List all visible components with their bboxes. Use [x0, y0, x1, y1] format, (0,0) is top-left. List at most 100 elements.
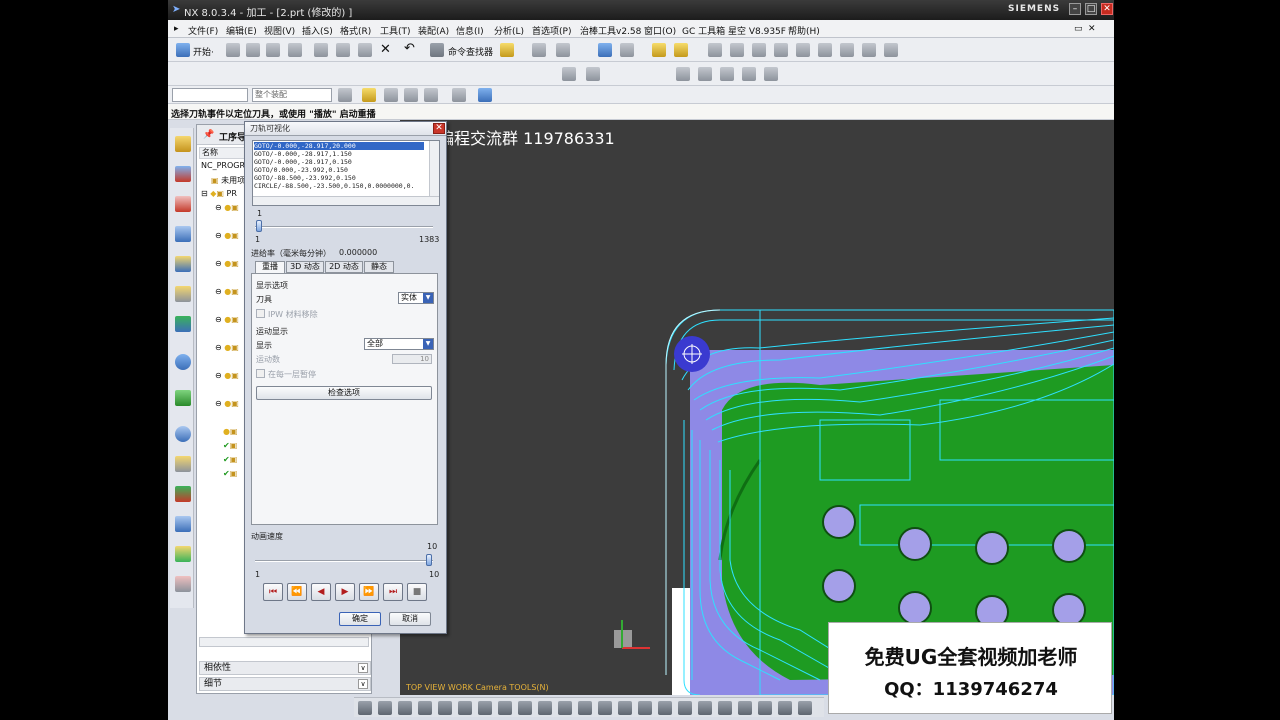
new-file-icon[interactable]: [226, 43, 240, 57]
delete-icon[interactable]: ✕: [380, 42, 391, 57]
ok-button[interactable]: 确定: [339, 612, 381, 626]
view-h-icon[interactable]: [498, 701, 512, 715]
dialog-close-button[interactable]: ✕: [433, 123, 445, 134]
menu-format[interactable]: 格式(R): [340, 24, 371, 37]
menu-restore-icon[interactable]: ▭: [1074, 24, 1083, 34]
copy-icon[interactable]: [336, 43, 350, 57]
sel-c-icon[interactable]: [384, 88, 398, 102]
minimize-button[interactable]: –: [1069, 3, 1081, 15]
position-slider-track[interactable]: [255, 226, 433, 228]
command-list-hscroll[interactable]: [253, 196, 439, 205]
tree-program-node[interactable]: ⊟ ◆▣ PR: [201, 189, 237, 198]
menu-edit[interactable]: 编辑(E): [226, 24, 257, 37]
tree-op-9[interactable]: ●▣: [223, 427, 238, 436]
menu-preferences[interactable]: 首选项(P): [532, 24, 571, 37]
tree-op-1[interactable]: ⊖ ●▣: [215, 203, 239, 212]
type-filter-combo[interactable]: [172, 88, 248, 102]
select-icon[interactable]: [532, 43, 546, 57]
tool-i-icon[interactable]: [884, 43, 898, 57]
speed-slider-thumb[interactable]: [426, 554, 432, 566]
paste-icon[interactable]: [358, 43, 372, 57]
tree-op-10[interactable]: ✔▣: [223, 441, 237, 450]
system-materials-icon[interactable]: [175, 390, 191, 406]
mfg-g-icon[interactable]: [764, 67, 778, 81]
filter-icon[interactable]: [556, 43, 570, 57]
tree-op-4[interactable]: ⊖ ●▣: [215, 287, 239, 296]
menu-gc-toolbox[interactable]: GC 工具箱: [682, 24, 725, 37]
snap-icon[interactable]: [500, 43, 514, 57]
menu-help[interactable]: 帮助(H): [788, 24, 820, 37]
sel-b-icon[interactable]: [362, 88, 376, 102]
tree-op-12[interactable]: ✔▣: [223, 469, 237, 478]
tool-b-icon[interactable]: [730, 43, 744, 57]
layer-icon[interactable]: [598, 43, 612, 57]
undo-icon[interactable]: ↶: [404, 41, 415, 56]
tree-unused-items[interactable]: ▣ 未用项: [211, 175, 245, 186]
tool-c-icon[interactable]: [752, 43, 766, 57]
details-chevron-icon[interactable]: ∨: [358, 679, 368, 689]
close-button[interactable]: ✕: [1101, 3, 1113, 15]
forward-to-end-button[interactable]: ⏭: [383, 583, 403, 601]
menu-window[interactable]: 窗口(O): [644, 24, 676, 37]
position-slider-thumb[interactable]: [256, 220, 262, 232]
mfg-b-icon[interactable]: [586, 67, 600, 81]
roles-icon[interactable]: [175, 456, 191, 472]
print-icon[interactable]: [288, 43, 302, 57]
sel-a-icon[interactable]: [338, 88, 352, 102]
tab-2d-dynamic[interactable]: 2D 动态: [325, 261, 363, 273]
tree-op-8[interactable]: ⊖ ●▣: [215, 399, 239, 408]
ipw-checkbox[interactable]: [256, 309, 265, 318]
restore-button[interactable]: □: [1085, 3, 1097, 15]
view-o-icon[interactable]: [638, 701, 652, 715]
view-t-icon[interactable]: [738, 701, 752, 715]
command-row[interactable]: GOTO/-0.000,-28.917,0.150: [254, 158, 424, 166]
view-p-icon[interactable]: [658, 701, 672, 715]
view-m-icon[interactable]: [598, 701, 612, 715]
mfg-e-icon[interactable]: [720, 67, 734, 81]
process-studio-icon[interactable]: [175, 426, 191, 442]
stop-button[interactable]: ■: [407, 583, 427, 601]
rewind-to-start-button[interactable]: ⏮: [263, 583, 283, 601]
play-button[interactable]: ▶: [335, 583, 355, 601]
mfg-f-icon[interactable]: [742, 67, 756, 81]
view-c-icon[interactable]: [398, 701, 412, 715]
command-row[interactable]: GOTO/-0.000,-28.917,1.150: [254, 150, 424, 158]
mfg-a-icon[interactable]: [562, 67, 576, 81]
step-forward-button[interactable]: ⏩: [359, 583, 379, 601]
graphics-window[interactable]: 编程交流群 119786331 TOP VIEW WORK Camera TOO…: [400, 120, 1114, 695]
tool-h-icon[interactable]: [862, 43, 876, 57]
view-v-icon[interactable]: [778, 701, 792, 715]
view-a-icon[interactable]: [358, 701, 372, 715]
pin-icon[interactable]: 📌: [203, 130, 214, 140]
view-k-icon[interactable]: [558, 701, 572, 715]
command-list[interactable]: GOTO/-0.000,-28.917,20.000 GOTO/-0.000,-…: [252, 140, 440, 206]
scope-combo[interactable]: 整个装配: [252, 88, 332, 102]
report-icon[interactable]: [175, 576, 191, 592]
command-row[interactable]: GOTO/0.000,-23.992,0.150: [254, 166, 424, 174]
view-s-icon[interactable]: [718, 701, 732, 715]
tool-dropdown-icon[interactable]: ▼: [423, 293, 433, 303]
sel-e-icon[interactable]: [424, 88, 438, 102]
display-select[interactable]: 全部 ▼: [364, 338, 434, 350]
command-row[interactable]: GOTO/-0.000,-28.917,20.000: [254, 142, 424, 150]
menu-analysis[interactable]: 分析(L): [494, 24, 524, 37]
tool-a-icon[interactable]: [708, 43, 722, 57]
command-row[interactable]: GOTO/-88.500,-23.992,0.150: [254, 174, 424, 182]
each-layer-checkbox[interactable]: [256, 369, 265, 378]
menu-info[interactable]: 信息(I): [456, 24, 484, 37]
reuse-library-icon[interactable]: [175, 256, 191, 272]
tree-op-3[interactable]: ⊖ ●▣: [215, 259, 239, 268]
part-nav-icon[interactable]: [175, 196, 191, 212]
navigator-hscroll[interactable]: [199, 637, 369, 647]
cancel-button[interactable]: 取消: [389, 612, 431, 626]
view-r-icon[interactable]: [698, 701, 712, 715]
menu-tools[interactable]: 工具(T): [380, 24, 411, 37]
tool-display-select[interactable]: 实体 ▼: [398, 292, 434, 304]
step-backward-button[interactable]: ⏪: [287, 583, 307, 601]
tree-op-7[interactable]: ⊖ ●▣: [215, 371, 239, 380]
mfg-d-icon[interactable]: [698, 67, 712, 81]
view-q-icon[interactable]: [678, 701, 692, 715]
menu-assembly[interactable]: 装配(A): [418, 24, 449, 37]
ruler-icon[interactable]: [652, 43, 666, 57]
sel-f-icon[interactable]: [452, 88, 466, 102]
